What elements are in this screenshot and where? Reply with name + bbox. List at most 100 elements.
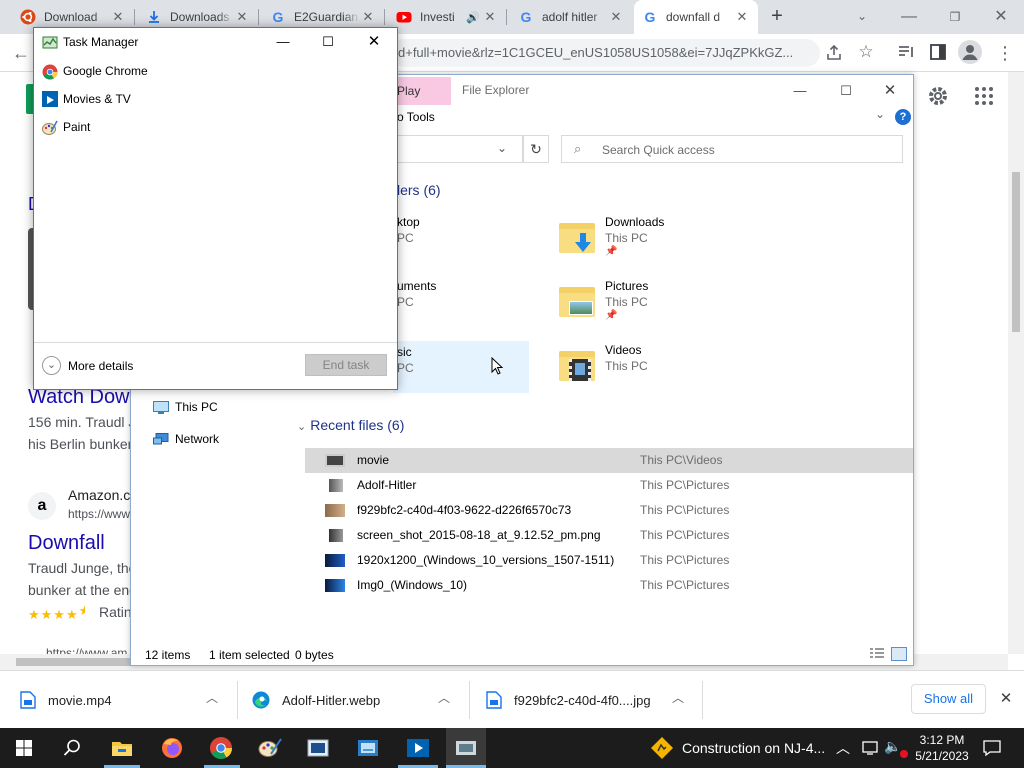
divider (237, 681, 238, 719)
news-notification[interactable]: Construction on NJ-4... (682, 740, 825, 756)
tab-adolf-hitler[interactable]: G adolf hitler ✕ (510, 0, 632, 34)
side-panel-icon[interactable] (928, 42, 948, 62)
end-task-button[interactable]: End task (305, 354, 387, 376)
paint-icon[interactable] (256, 734, 284, 762)
close-icon[interactable]: ✕ (360, 9, 376, 25)
close-icon[interactable]: ✕ (110, 9, 126, 25)
folder-pictures[interactable]: Pictures This PC 📌 (559, 279, 759, 327)
close-icon[interactable]: ✕ (734, 9, 750, 25)
pin-icon[interactable]: 📌 (605, 246, 617, 257)
tab-investigation[interactable]: Investi 🔊 ✕ (388, 0, 506, 34)
close-icon[interactable]: ✕ (608, 9, 624, 25)
folder-name: uments (397, 279, 437, 293)
clock-time[interactable]: 3:12 PM (913, 733, 971, 747)
control-panel-icon[interactable] (354, 734, 382, 762)
address-bar[interactable]: d+full+movie&rlz=1C1GCEU_enUS1058US1058&… (390, 39, 820, 67)
notification-center-icon[interactable] (982, 738, 1002, 758)
maximize-button[interactable]: ☐ (313, 28, 343, 56)
share-icon[interactable] (824, 43, 844, 63)
nav-item-this-pc[interactable]: This PC (153, 399, 283, 419)
chevron-up-icon[interactable]: ︿ (836, 738, 850, 758)
youtube-icon (396, 9, 412, 25)
app-window-icon[interactable] (304, 734, 332, 762)
minimize-button[interactable]: — (777, 77, 823, 105)
download-item[interactable]: Adolf-Hitler.webp ︿ (252, 671, 462, 729)
help-icon[interactable]: ? (895, 109, 911, 125)
close-icon[interactable]: ✕ (482, 9, 498, 25)
tab-search-icon[interactable]: ⌄ (852, 6, 872, 26)
pin-icon[interactable]: 📌 (605, 310, 617, 321)
close-button[interactable]: ✕ (359, 28, 389, 56)
tab-video-tools[interactable]: o Tools (393, 105, 453, 129)
tab-title: E2Guardian (294, 10, 359, 24)
windows-start-icon[interactable] (10, 734, 38, 762)
download-item[interactable]: f929bfc2-c40d-4f0....jpg ︿ (486, 671, 696, 729)
volume-icon[interactable]: 🔈 (884, 738, 901, 755)
file-location: This PC\Pictures (640, 578, 730, 592)
back-arrow-icon[interactable]: ← (10, 42, 32, 64)
app-item-paint[interactable]: Paint (40, 114, 390, 140)
file-row[interactable]: f929bfc2-c40d-4f03-9622-d226f6570c73 Thi… (305, 498, 913, 523)
scrollbar-thumb[interactable] (1012, 172, 1020, 332)
ribbon-collapse-chevron-icon[interactable]: ⌄ (875, 107, 889, 125)
close-icon[interactable]: ✕ (234, 9, 250, 25)
recent-files-header[interactable]: ⌄ Recent files (6) (297, 417, 404, 433)
app-item-movies-tv[interactable]: Movies & TV (40, 86, 390, 112)
large-icons-view-icon[interactable] (891, 647, 907, 661)
folder-music[interactable]: sic PC (393, 341, 529, 393)
show-all-button[interactable]: Show all (911, 684, 986, 714)
address-box[interactable]: ⌄ (397, 135, 523, 163)
close-icon[interactable]: ✕ (996, 689, 1016, 709)
firefox-icon[interactable] (158, 734, 186, 762)
more-details-toggle[interactable]: ⌄ More details (42, 356, 152, 376)
movies-tv-icon[interactable] (404, 734, 432, 762)
close-button[interactable]: ✕ (867, 77, 913, 105)
search-quick-access-input[interactable]: ⌕ Search Quick access (561, 135, 903, 163)
refresh-icon[interactable]: ↻ (523, 135, 549, 163)
restore-button[interactable]: ❐ (932, 0, 978, 34)
network-icon[interactable] (862, 740, 878, 756)
chrome-icon[interactable] (207, 734, 235, 762)
nav-item-network[interactable]: Network (153, 431, 283, 451)
vertical-scrollbar[interactable] (1008, 72, 1024, 654)
chevron-up-icon[interactable]: ︿ (438, 689, 450, 706)
minimize-button[interactable]: — (886, 0, 932, 34)
tab-separator (384, 9, 385, 25)
folder-downloads[interactable]: Downloads This PC 📌 (559, 215, 759, 263)
new-tab-button[interactable]: + (766, 5, 788, 27)
maximize-button[interactable]: ☐ (823, 77, 869, 105)
app-item-google-chrome[interactable]: Google Chrome (40, 58, 390, 84)
bookmark-star-icon[interactable]: ☆ (856, 41, 876, 63)
apps-grid-icon[interactable] (974, 86, 994, 106)
file-row[interactable]: screen_shot_2015-08-18_at_9.12.52_pm.png… (305, 523, 913, 548)
file-explorer-icon[interactable] (108, 734, 136, 762)
tab-downfall[interactable]: G downfall d ✕ (634, 0, 758, 34)
search-icon[interactable] (58, 734, 86, 762)
minimize-button[interactable]: — (268, 28, 298, 56)
tab-play[interactable]: Play (393, 77, 451, 105)
close-window-button[interactable]: ✕ (978, 0, 1024, 34)
tab-title: adolf hitler (542, 10, 598, 24)
file-row[interactable]: 1920x1200_(Windows_10_versions_1507-1511… (305, 548, 913, 573)
file-row[interactable]: Img0_(Windows_10) This PC\Pictures (305, 573, 913, 598)
result-title-link[interactable]: Downfall (28, 532, 105, 555)
details-view-icon[interactable] (869, 647, 885, 661)
reading-list-icon[interactable] (896, 42, 916, 62)
frequent-folders-header[interactable]: lers (6) (397, 182, 441, 198)
folder-videos[interactable]: Videos This PC (559, 343, 759, 391)
file-row[interactable]: movie This PC\Videos (305, 448, 913, 473)
speaker-icon[interactable]: 🔊 (466, 11, 482, 24)
chevron-up-icon[interactable]: ︿ (672, 689, 684, 706)
chevron-down-icon[interactable]: ⌄ (497, 141, 507, 155)
chevron-up-icon[interactable]: ︿ (206, 689, 218, 706)
traffic-warning-icon[interactable] (648, 734, 676, 762)
file-location: This PC\Videos (640, 453, 723, 467)
clock-date[interactable]: 5/21/2023 (910, 749, 974, 763)
download-item[interactable]: movie.mp4 ︿ (20, 671, 230, 729)
chrome-menu-icon[interactable]: ⋮ (996, 42, 1014, 64)
scrollbar-thumb[interactable] (16, 658, 131, 666)
profile-avatar-icon[interactable] (958, 40, 982, 64)
taskbar-app-active[interactable] (446, 728, 486, 768)
settings-gear-icon[interactable] (926, 84, 950, 108)
file-row[interactable]: Adolf-Hitler This PC\Pictures (305, 473, 913, 498)
